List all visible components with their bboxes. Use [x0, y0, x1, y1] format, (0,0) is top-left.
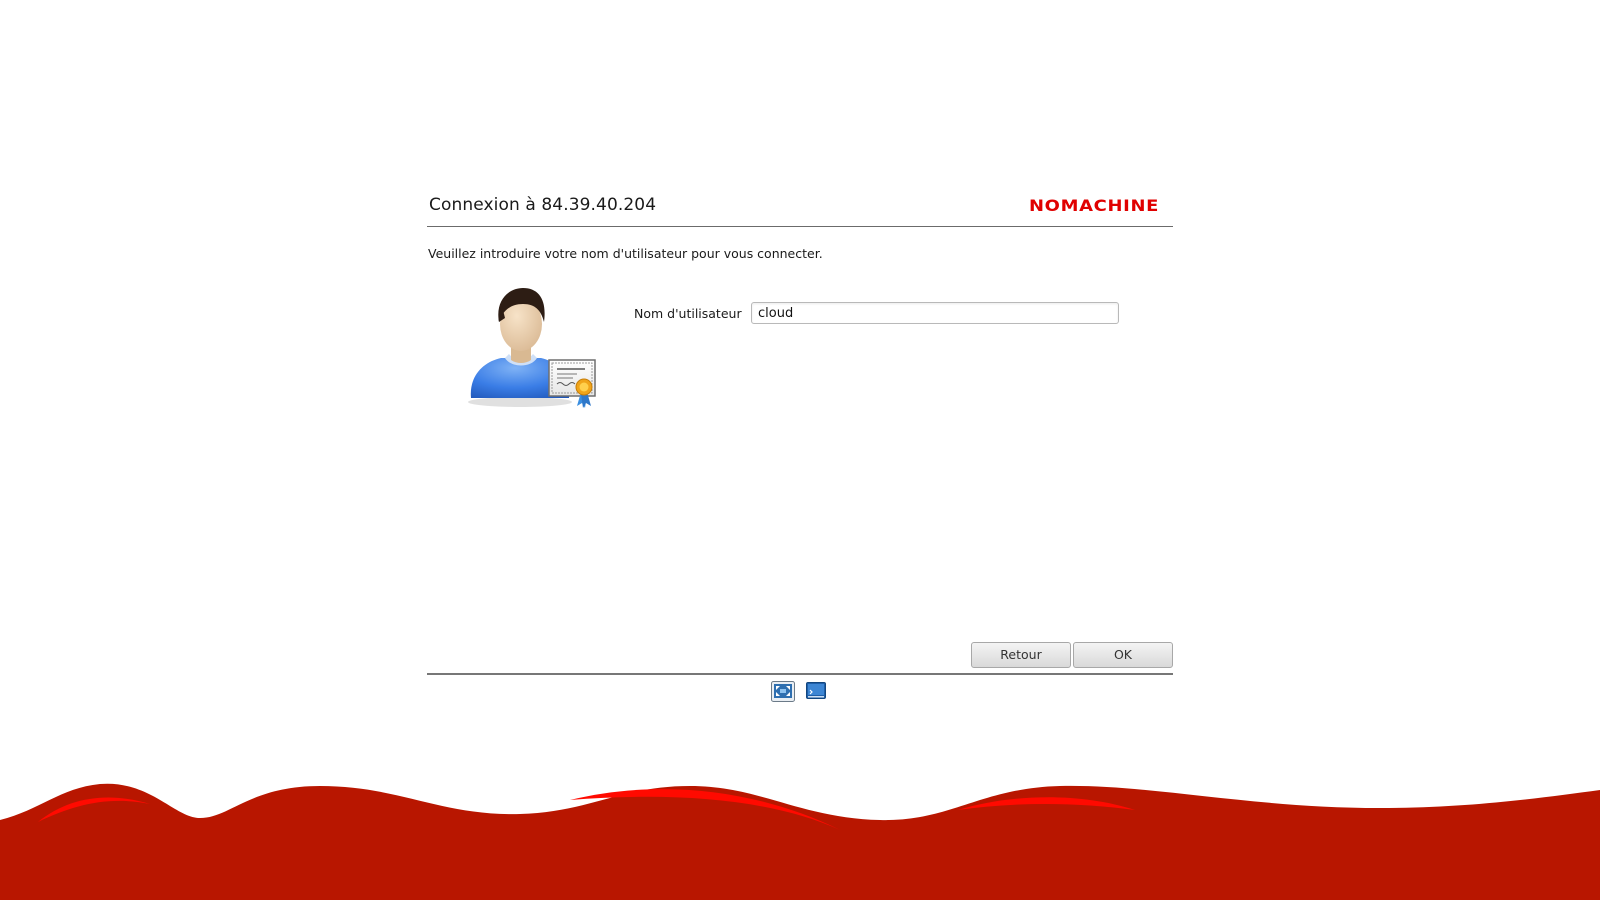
nomachine-logo: NOMACHINE — [1029, 196, 1160, 215]
terminal-icon[interactable] — [806, 682, 826, 699]
display-settings-icon[interactable] — [771, 681, 795, 702]
username-label: Nom d'utilisateur — [634, 306, 742, 321]
back-button[interactable]: Retour — [971, 642, 1071, 668]
ok-button[interactable]: OK — [1073, 642, 1173, 668]
decorative-wave — [0, 783, 1600, 900]
footer-divider — [427, 673, 1173, 675]
page-title: Connexion à 84.39.40.204 — [429, 195, 657, 215]
header-divider — [427, 226, 1173, 227]
username-field[interactable] — [751, 302, 1119, 324]
user-certificate-icon — [468, 288, 596, 408]
connection-page: Connexion à 84.39.40.204 NOMACHINE Veuil… — [0, 0, 1600, 900]
instruction-text: Veuillez introduire votre nom d'utilisat… — [428, 246, 823, 261]
